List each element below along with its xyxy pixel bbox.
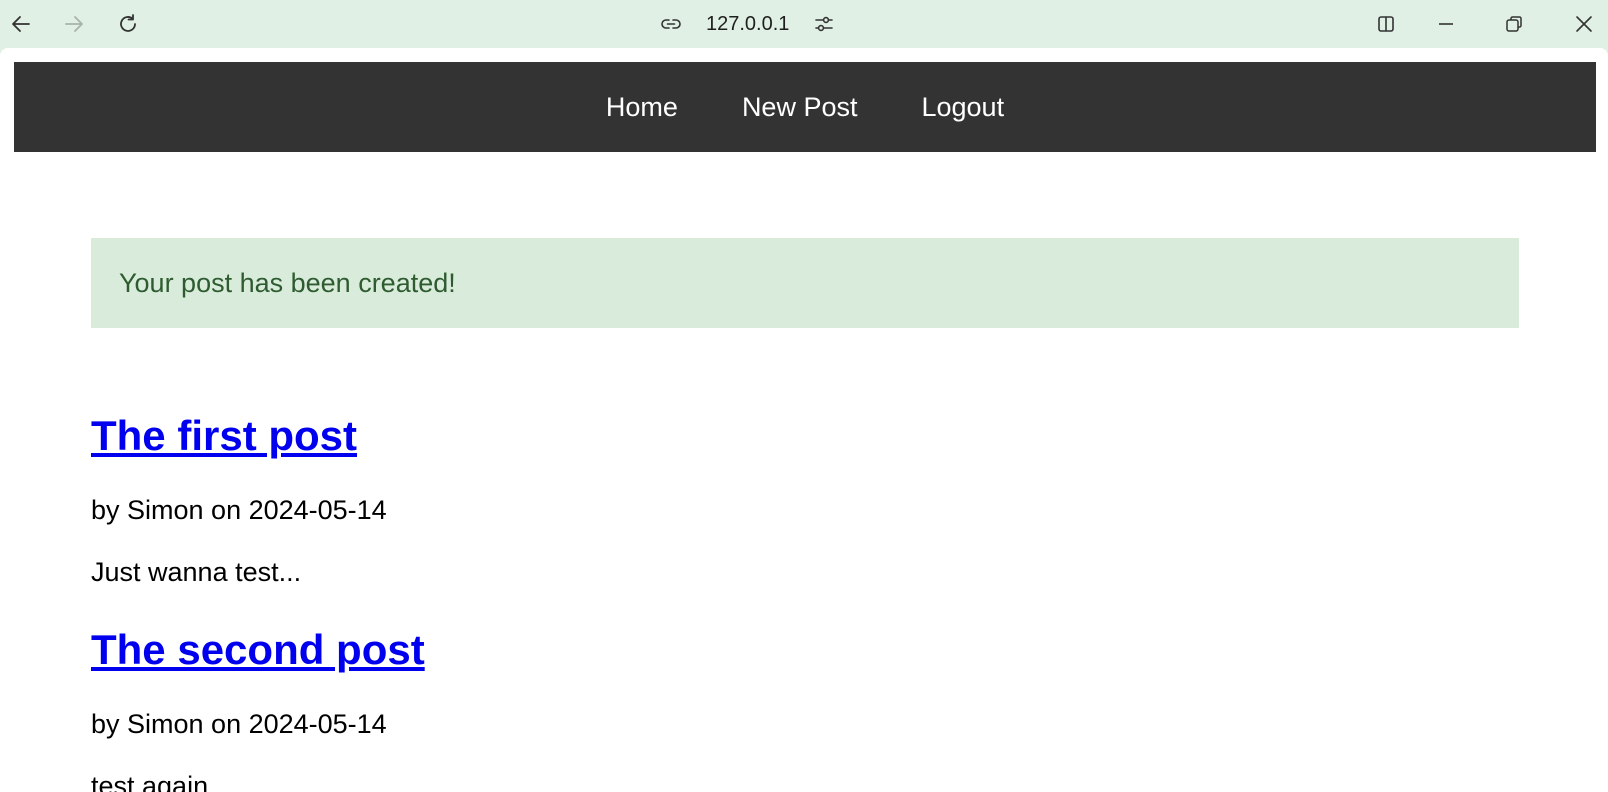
post-meta: by Simon on 2024-05-14 bbox=[91, 709, 387, 739]
post-title-link[interactable]: The second post bbox=[91, 626, 425, 673]
browser-toolbar: 127.0.0.1 bbox=[0, 0, 1608, 48]
arrow-right-icon bbox=[65, 16, 83, 32]
alert-message: Your post has been created! bbox=[119, 267, 456, 298]
success-alert: Your post has been created! bbox=[91, 238, 1519, 328]
reload-button[interactable] bbox=[112, 8, 144, 40]
post-meta: by Simon on 2024-05-14 bbox=[91, 495, 387, 525]
reload-icon bbox=[120, 14, 136, 32]
post-title: The second post bbox=[91, 626, 425, 674]
post-excerpt: Just wanna test... bbox=[91, 557, 302, 587]
minimize-button[interactable] bbox=[1430, 8, 1462, 40]
main-content: Your post has been created! The first po… bbox=[91, 238, 1519, 792]
page-viewport: Home New Post Logout Your post has been … bbox=[0, 48, 1608, 792]
sliders-icon[interactable] bbox=[813, 13, 835, 35]
nav-logout-link[interactable]: Logout bbox=[889, 92, 1036, 123]
address-bar[interactable]: 127.0.0.1 bbox=[660, 8, 835, 40]
minimize-icon bbox=[1439, 23, 1453, 25]
site-navbar: Home New Post Logout bbox=[14, 62, 1596, 152]
nav-home-link[interactable]: Home bbox=[574, 92, 710, 123]
post-title-link[interactable]: The first post bbox=[91, 412, 357, 459]
back-button[interactable] bbox=[5, 8, 37, 40]
split-view-button[interactable] bbox=[1370, 8, 1402, 40]
restore-button[interactable] bbox=[1498, 8, 1530, 40]
restore-icon bbox=[1506, 16, 1522, 32]
url-text[interactable]: 127.0.0.1 bbox=[706, 13, 789, 36]
post-title: The first post bbox=[91, 412, 357, 460]
post-excerpt: test again... bbox=[91, 771, 231, 792]
link-icon[interactable] bbox=[660, 13, 682, 35]
forward-button[interactable] bbox=[58, 8, 90, 40]
close-icon bbox=[1576, 16, 1592, 32]
split-view-icon bbox=[1378, 16, 1394, 32]
arrow-left-icon bbox=[12, 16, 30, 32]
close-window-button[interactable] bbox=[1568, 8, 1600, 40]
nav-new-post-link[interactable]: New Post bbox=[710, 92, 890, 123]
